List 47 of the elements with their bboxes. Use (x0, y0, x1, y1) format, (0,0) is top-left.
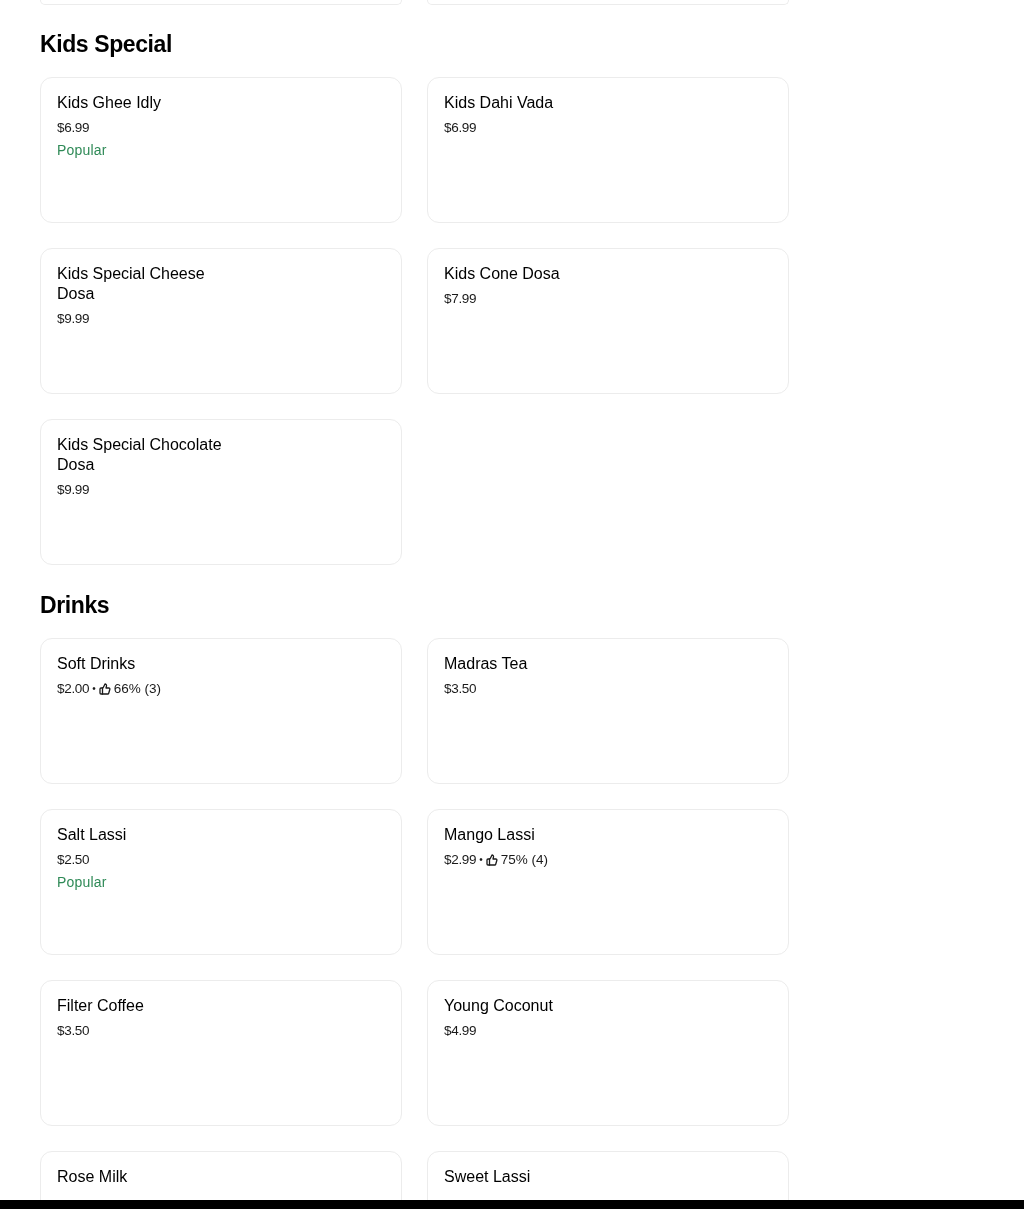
section-heading: Kids Special (40, 30, 172, 58)
item-name: Mango Lassi (444, 825, 535, 845)
menu-item-card[interactable]: Sweet Lassi (427, 1151, 789, 1200)
section-heading: Drinks (40, 591, 110, 619)
popular-label: Popular (57, 141, 107, 160)
item-name: Salt Lassi (57, 825, 127, 845)
item-name: Rose Milk (57, 1167, 128, 1187)
menu-item-card[interactable]: Filter Coffee $3.50 (40, 980, 402, 1126)
item-price: $9.99 (57, 310, 90, 328)
menu-item-card[interactable]: Madras Tea $3.50 (427, 638, 789, 784)
rating-text: 75% (4) (500, 851, 549, 869)
item-price: $2.99 (444, 851, 477, 869)
bullet-separator: • (92, 682, 96, 696)
thumbs-up-icon (485, 854, 498, 866)
item-name: Kids Special Chocolate Dosa (57, 435, 223, 475)
item-price: $2.00 (57, 680, 90, 698)
item-price: $4.99 (444, 1022, 477, 1040)
item-name: Kids Ghee Idly (57, 93, 162, 113)
item-price: $3.50 (444, 680, 477, 698)
menu-item-card[interactable]: Soft Drinks $2.00 • 66% (3) (40, 638, 402, 784)
item-price: $2.50 (57, 851, 90, 869)
item-price: $9.99 (57, 481, 90, 499)
item-name: Filter Coffee (57, 996, 144, 1016)
menu-item-card[interactable]: Kids Dahi Vada $6.99 (427, 77, 789, 223)
item-name: Sweet Lassi (444, 1167, 531, 1187)
item-price: $6.99 (444, 119, 477, 137)
menu-item-card[interactable]: Kids Ghee Idly $6.99 Popular (40, 77, 402, 223)
item-name: Madras Tea (444, 654, 528, 674)
thumbs-up-icon (98, 683, 111, 695)
item-price: $7.99 (444, 290, 477, 308)
menu-item-card[interactable]: Kids Special Cheese Dosa $9.99 (40, 248, 402, 394)
item-name: Young Coconut (444, 996, 553, 1016)
menu-item-card[interactable]: Salt Lassi $2.50 Popular (40, 809, 402, 955)
menu-item-card[interactable]: Young Coconut $4.99 (427, 980, 789, 1126)
menu-item-card[interactable]: Kids Special Chocolate Dosa $9.99 (40, 419, 402, 565)
item-name: Soft Drinks (57, 654, 136, 674)
item-price: $6.99 (57, 119, 90, 137)
menu-item-card[interactable]: Kids Cone Dosa $7.99 (427, 248, 789, 394)
rating-text: 66% (3) (113, 680, 162, 698)
item-name: Kids Dahi Vada (444, 93, 554, 113)
item-price: $3.50 (57, 1022, 90, 1040)
bullet-separator: • (479, 853, 483, 867)
item-name: Kids Cone Dosa (444, 264, 560, 284)
popular-label: Popular (57, 873, 107, 892)
menu-item-card[interactable]: Mango Lassi $2.99 • 75% (4) (427, 809, 789, 955)
item-name: Kids Special Cheese Dosa (57, 264, 206, 304)
menu-item-card[interactable]: Rose Milk (40, 1151, 402, 1200)
